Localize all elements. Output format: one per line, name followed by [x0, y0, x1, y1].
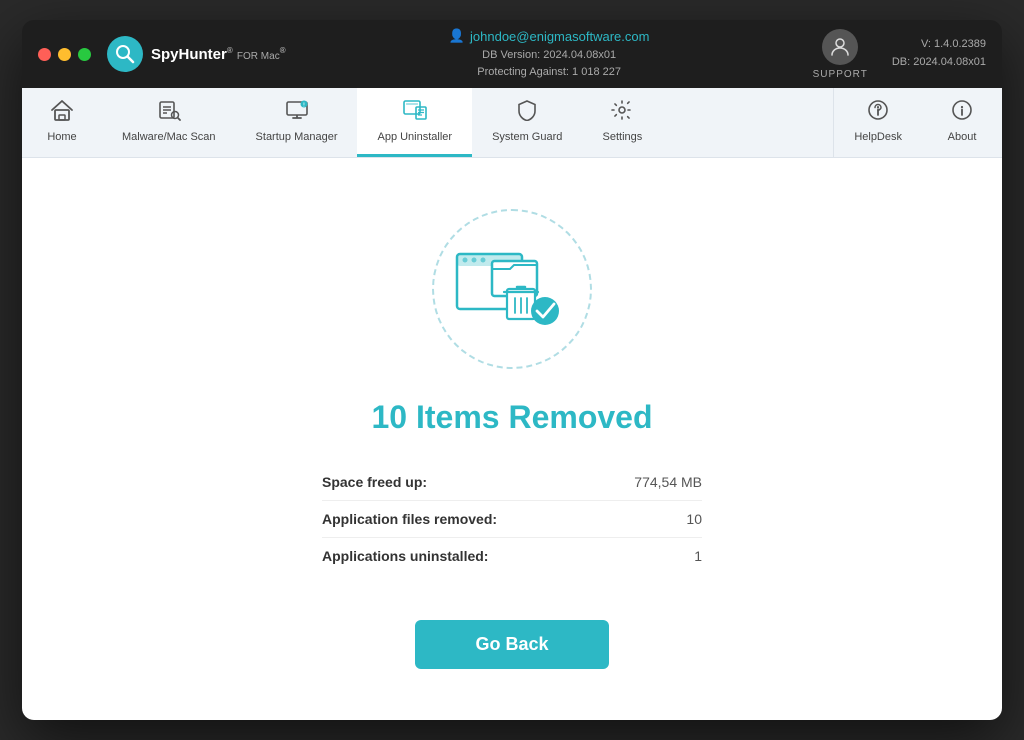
nav-startup-manager-label: Startup Manager	[256, 131, 338, 143]
header-center: 👤 johndoe@enigmasoftware.com DB Version:…	[286, 28, 813, 80]
nav-system-guard-label: System Guard	[492, 131, 562, 143]
logo-text: SpyHunter® FOR Mac®	[151, 46, 286, 63]
traffic-lights	[38, 48, 91, 61]
result-icon-container	[432, 209, 592, 369]
user-email: 👤 johndoe@enigmasoftware.com	[449, 28, 650, 44]
nav-about[interactable]: About	[922, 88, 1002, 157]
stat-value-files: 10	[686, 511, 702, 527]
version-info: V: 1.4.0.2389 DB: 2024.04.08x01	[892, 36, 986, 71]
nav-malware-scan[interactable]: Malware/Mac Scan	[102, 88, 236, 157]
support-label: SUPPORT	[813, 69, 868, 80]
nav-app-uninstaller[interactable]: App Uninstaller	[357, 88, 472, 157]
stat-value-apps: 1	[694, 548, 702, 564]
titlebar: SpyHunter® FOR Mac® 👤 johndoe@enigmasoft…	[22, 20, 1002, 88]
nav-home[interactable]: Home	[22, 88, 102, 157]
nav-startup-manager[interactable]: ! Startup Manager	[236, 88, 358, 157]
minimize-button[interactable]	[58, 48, 71, 61]
startup-manager-icon: !	[285, 99, 309, 127]
navbar: Home Malware/Mac Scan	[22, 88, 1002, 158]
malware-scan-icon	[157, 99, 181, 127]
nav-settings[interactable]: Settings	[582, 88, 662, 157]
close-button[interactable]	[38, 48, 51, 61]
stats-section: Space freed up: 774,54 MB Application fi…	[322, 464, 702, 574]
nav-spacer	[662, 88, 833, 157]
logo-area: SpyHunter® FOR Mac®	[107, 36, 286, 72]
main-content: 10 Items Removed Space freed up: 774,54 …	[22, 158, 1002, 720]
nav-helpdesk-label: HelpDesk	[854, 131, 902, 143]
go-back-button[interactable]: Go Back	[415, 620, 608, 669]
nav-right: HelpDesk About	[833, 88, 1002, 157]
db-info: DB Version: 2024.04.08x01 Protecting Aga…	[477, 47, 621, 80]
main-window: SpyHunter® FOR Mac® 👤 johndoe@enigmasoft…	[22, 20, 1002, 720]
stat-row-files: Application files removed: 10	[322, 501, 702, 538]
nav-home-label: Home	[47, 131, 76, 143]
stat-label-files: Application files removed:	[322, 511, 497, 527]
about-icon	[950, 99, 974, 127]
uninstall-result-icon	[452, 239, 572, 339]
support-button[interactable]: SUPPORT	[813, 29, 868, 80]
system-guard-icon	[515, 99, 539, 127]
nav-helpdesk[interactable]: HelpDesk	[834, 88, 922, 157]
support-icon	[822, 29, 858, 65]
header-right: SUPPORT V: 1.4.0.2389 DB: 2024.04.08x01	[813, 29, 986, 80]
nav-app-uninstaller-label: App Uninstaller	[377, 131, 452, 143]
result-title: 10 Items Removed	[371, 399, 652, 436]
logo-icon	[107, 36, 143, 72]
stat-label-space: Space freed up:	[322, 474, 427, 490]
stat-value-space: 774,54 MB	[634, 474, 702, 490]
stat-row-apps: Applications uninstalled: 1	[322, 538, 702, 574]
user-icon: 👤	[449, 28, 465, 44]
app-uninstaller-icon	[402, 99, 428, 127]
nav-system-guard[interactable]: System Guard	[472, 88, 582, 157]
stat-row-space: Space freed up: 774,54 MB	[322, 464, 702, 501]
stat-label-apps: Applications uninstalled:	[322, 548, 488, 564]
settings-icon	[610, 99, 634, 127]
nav-malware-scan-label: Malware/Mac Scan	[122, 131, 216, 143]
home-icon	[50, 99, 74, 127]
nav-settings-label: Settings	[603, 131, 643, 143]
helpdesk-icon	[866, 99, 890, 127]
maximize-button[interactable]	[78, 48, 91, 61]
nav-about-label: About	[948, 131, 977, 143]
